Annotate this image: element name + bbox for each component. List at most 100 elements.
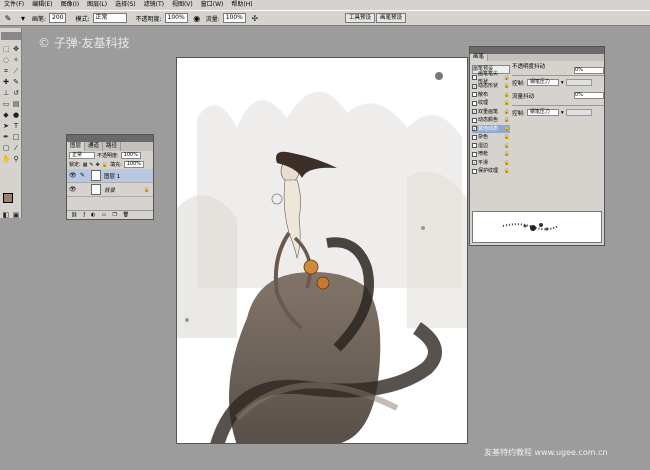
shape-tool-icon[interactable]: □	[11, 132, 21, 142]
gradient-icon[interactable]: ▤	[11, 99, 21, 109]
lock-all-icon[interactable]: 🔒	[102, 162, 108, 168]
trash-icon[interactable]: 🗑	[123, 212, 129, 218]
brush-setting-item[interactable]: ✓ 其他动态 🔒	[472, 124, 510, 133]
type-tool-icon[interactable]: T	[11, 121, 21, 131]
checkbox[interactable]: ✓	[472, 160, 477, 166]
layer-row-background[interactable]: 👁 背景 🔒	[67, 183, 153, 197]
brush-setting-item[interactable]: 画笔笔尖形状 🔒	[472, 71, 510, 85]
brush-setting-item[interactable]: ✓ 双重画笔 🔒	[472, 108, 510, 117]
magic-wand-icon[interactable]: ✧	[11, 55, 21, 65]
hand-tool-icon[interactable]: ✋	[1, 154, 11, 164]
pen-tool-icon[interactable]: ✒	[1, 132, 11, 142]
opacity-input[interactable]: 100%	[164, 13, 188, 23]
menu-item-4[interactable]: 选择(S)	[111, 0, 140, 10]
quick-mask-icon[interactable]: ◧	[1, 210, 11, 220]
folder-icon[interactable]: ▭	[102, 212, 107, 218]
move-tool-icon[interactable]: ✥	[11, 44, 21, 54]
pressure-opacity-icon[interactable]: ◉	[191, 12, 203, 24]
brush-icon[interactable]: ✎	[11, 77, 21, 87]
slice-tool-icon[interactable]: ⟋	[11, 66, 21, 76]
brush-setting-item[interactable]: 保护纹理 🔒	[472, 167, 510, 176]
brush-setting-item[interactable]: 散布 🔒	[472, 91, 510, 100]
menu-item-8[interactable]: 帮助(H)	[227, 0, 256, 10]
lock-image-icon[interactable]: ✎	[89, 162, 93, 168]
zoom-tool-icon[interactable]: ⚲	[11, 154, 21, 164]
healing-brush-icon[interactable]: ✚	[1, 77, 11, 87]
lock-icon[interactable]: 🔒	[504, 91, 510, 99]
checkbox[interactable]	[472, 151, 477, 157]
brush-setting-item[interactable]: 纹理 🔒	[472, 99, 510, 108]
brushes-panel-titlebar[interactable]	[470, 47, 604, 54]
mask-icon[interactable]: ◐	[91, 212, 95, 218]
eraser-icon[interactable]: ▭	[1, 99, 11, 109]
control2-select[interactable]: 钢笔压力	[526, 109, 559, 116]
tab-brush-presets[interactable]: 画笔预设	[376, 13, 407, 23]
brush-setting-item[interactable]: 杂色 🔒	[472, 133, 510, 142]
tab-layers[interactable]: 图层	[67, 142, 86, 151]
lock-icon[interactable]: 🔒	[504, 108, 510, 116]
tab-channels[interactable]: 通道	[85, 142, 104, 151]
brush-setting-item[interactable]: 喷枪 🔒	[472, 150, 510, 159]
checkbox[interactable]	[472, 134, 477, 140]
notes-tool-icon[interactable]: ▢	[1, 143, 11, 153]
checkbox[interactable]: ✓	[472, 109, 477, 115]
mode-select[interactable]: 正常	[92, 13, 127, 23]
lock-icon[interactable]: 🔒	[504, 74, 510, 82]
tab-paths[interactable]: 路径	[103, 142, 122, 151]
dodge-tool-icon[interactable]: ●	[11, 110, 21, 120]
eyedropper-icon[interactable]: ⁄	[11, 143, 21, 153]
brush-tool-icon[interactable]: ✎	[2, 12, 14, 24]
flow-jitter-input[interactable]: 0%	[574, 92, 604, 99]
crop-tool-icon[interactable]: ⌗	[1, 66, 11, 76]
fx-icon[interactable]: ƒ	[83, 212, 85, 218]
blur-tool-icon[interactable]: ◆	[1, 110, 11, 120]
menu-item-3[interactable]: 图层(L)	[83, 0, 111, 10]
chevron-down-icon[interactable]: ▾	[17, 12, 29, 24]
foreground-color-swatch[interactable]	[3, 193, 13, 203]
menu-item-1[interactable]: 编辑(E)	[28, 0, 56, 10]
new-layer-icon[interactable]: ❐	[112, 212, 116, 218]
lock-icon[interactable]: 🔒	[504, 133, 510, 141]
lock-icon[interactable]: 🔒	[504, 159, 510, 167]
lock-icon[interactable]: 🔒	[504, 125, 510, 133]
control-select[interactable]: 钢笔压力	[526, 79, 559, 86]
tab-tool-presets[interactable]: 工具预设	[345, 13, 376, 23]
chevron-down-icon[interactable]: ▾	[561, 110, 564, 116]
brush-setting-item[interactable]: ✓ 动态形状 🔒	[472, 82, 510, 91]
layer-row-1[interactable]: 👁 ✎ 图层 1	[67, 169, 153, 183]
checkbox[interactable]	[472, 117, 477, 123]
flow-jitter-slider[interactable]	[512, 102, 604, 106]
lock-transparent-icon[interactable]: ▦	[83, 162, 88, 168]
lock-icon[interactable]: 🔒	[504, 116, 510, 124]
toolbox-header[interactable]	[1, 32, 21, 40]
airbrush-icon[interactable]: ✢	[249, 12, 261, 24]
menu-item-7[interactable]: 窗口(W)	[197, 0, 228, 10]
checkbox[interactable]	[472, 100, 477, 106]
lock-icon[interactable]: 🔒	[504, 167, 510, 175]
tab-brushes[interactable]: 画笔	[470, 54, 489, 61]
clone-stamp-icon[interactable]: ⊥	[1, 88, 11, 98]
marquee-tool-icon[interactable]: ⬚	[1, 44, 11, 54]
lock-position-icon[interactable]: ✥	[96, 162, 100, 168]
screen-mode-icon[interactable]: ▣	[11, 210, 21, 220]
checkbox[interactable]	[472, 143, 477, 149]
path-select-icon[interactable]: ➤	[1, 121, 11, 131]
eye-icon[interactable]: 👁	[69, 186, 77, 193]
layer-opacity-input[interactable]: 100%	[120, 152, 141, 159]
document-canvas[interactable]	[176, 57, 468, 444]
menu-item-2[interactable]: 图像(I)	[57, 0, 83, 10]
menu-item-5[interactable]: 滤镜(T)	[140, 0, 168, 10]
checkbox[interactable]	[472, 92, 477, 98]
flow-input[interactable]: 100%	[222, 13, 246, 23]
opacity-jitter-input[interactable]: 0%	[574, 67, 604, 74]
lasso-tool-icon[interactable]: ◌	[1, 55, 11, 65]
chevron-down-icon[interactable]: ▾	[561, 80, 564, 86]
lock-icon[interactable]: 🔒	[504, 99, 510, 107]
history-brush-icon[interactable]: ↺	[11, 88, 21, 98]
menu-item-6[interactable]: 视图(V)	[168, 0, 197, 10]
brush-setting-item[interactable]: ✓ 平滑 🔒	[472, 159, 510, 168]
checkbox[interactable]: ✓	[472, 83, 477, 89]
checkbox[interactable]	[472, 168, 477, 174]
lock-icon[interactable]: 🔒	[504, 82, 510, 90]
brush-setting-item[interactable]: 湿边 🔒	[472, 142, 510, 151]
